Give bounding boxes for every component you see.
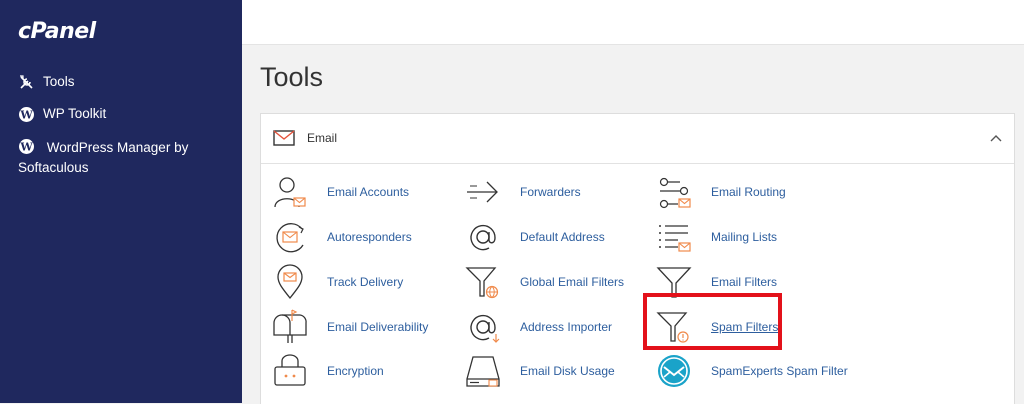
sidebar-item-label: WP Toolkit [43, 106, 107, 121]
svg-text:W: W [19, 141, 33, 154]
section-title: Email [307, 131, 338, 145]
tool-label: Autoresponders [327, 230, 412, 244]
at-import-icon [470, 314, 500, 343]
envelope-icon [273, 130, 295, 146]
tool-label: Address Importer [520, 320, 613, 334]
svg-text:W: W [19, 109, 33, 122]
tool-spamexperts-spam-filter[interactable]: SpamExperts Spam Filter [656, 351, 848, 391]
tool-label: SpamExperts Spam Filter [711, 364, 848, 378]
spamexperts-icon [658, 355, 690, 387]
tool-encryption[interactable]: Encryption [272, 351, 384, 391]
email-routing-icon [659, 177, 691, 209]
tool-label: Email Routing [711, 185, 786, 199]
spam-filters-highlight-box [643, 293, 782, 350]
autoresponders-icon [276, 223, 304, 253]
wordpress-icon: W [19, 107, 34, 122]
tool-label: Email Accounts [327, 185, 410, 199]
funnel-globe-icon [465, 267, 499, 299]
tool-autoresponders[interactable]: Autoresponders [272, 217, 412, 257]
sidebar-item-label: Tools [43, 74, 75, 89]
mailing-lists-icon [659, 225, 691, 252]
cpanel-logo[interactable]: cPanel [18, 19, 96, 44]
tool-email-accounts[interactable]: Email Accounts [272, 172, 409, 212]
mailbox-icon [273, 309, 307, 343]
at-sign-icon [470, 224, 496, 251]
padlock-icon [274, 354, 306, 386]
tool-label: Track Delivery [327, 275, 404, 289]
disk-usage-icon [466, 356, 500, 387]
tool-email-deliverability[interactable]: Email Deliverability [272, 307, 428, 347]
top-bar [242, 0, 1024, 45]
tool-label: Mailing Lists [711, 230, 778, 244]
tools-icon [20, 75, 33, 89]
tool-label: Email Deliverability [327, 320, 429, 334]
tool-label: Global Email Filters [520, 275, 625, 289]
tool-track-delivery[interactable]: Track Delivery [272, 262, 403, 302]
tool-mailing-lists[interactable]: Mailing Lists [656, 217, 777, 257]
tool-label: Default Address [520, 230, 605, 244]
tool-label: Forwarders [520, 185, 581, 199]
tool-address-importer[interactable]: Address Importer [465, 307, 612, 347]
tool-label: Encryption [327, 364, 384, 378]
sidebar-nav: Tools W WP Toolkit W WordPress Manager b… [0, 72, 242, 190]
sidebar: cPanel Tools W WP Toolkit W WordPress Ma… [0, 0, 242, 403]
sidebar-item-wordpress-manager[interactable]: W WordPress Manager by Softaculous [0, 136, 242, 178]
email-accounts-icon [274, 177, 306, 208]
tool-default-address[interactable]: Default Address [465, 217, 605, 257]
wordpress-icon: W [19, 139, 34, 154]
email-section-header[interactable]: Email [261, 114, 1014, 164]
page-title: Tools [260, 62, 324, 92]
forwarders-icon [467, 181, 498, 203]
tool-forwarders[interactable]: Forwarders [465, 172, 581, 212]
tool-label: Email Disk Usage [520, 364, 615, 378]
tool-label: Email Filters [711, 275, 778, 289]
sidebar-item-label: WordPress Manager by Softaculous [18, 140, 189, 175]
tool-global-email-filters[interactable]: Global Email Filters [465, 262, 624, 302]
sidebar-item-wp-toolkit[interactable]: W WP Toolkit [0, 104, 242, 124]
tool-email-disk-usage[interactable]: Email Disk Usage [465, 351, 615, 391]
location-pin-icon [277, 264, 303, 300]
tool-email-routing[interactable]: Email Routing [656, 172, 786, 212]
sidebar-item-tools[interactable]: Tools [0, 72, 242, 92]
chevron-up-icon[interactable] [990, 134, 1002, 142]
